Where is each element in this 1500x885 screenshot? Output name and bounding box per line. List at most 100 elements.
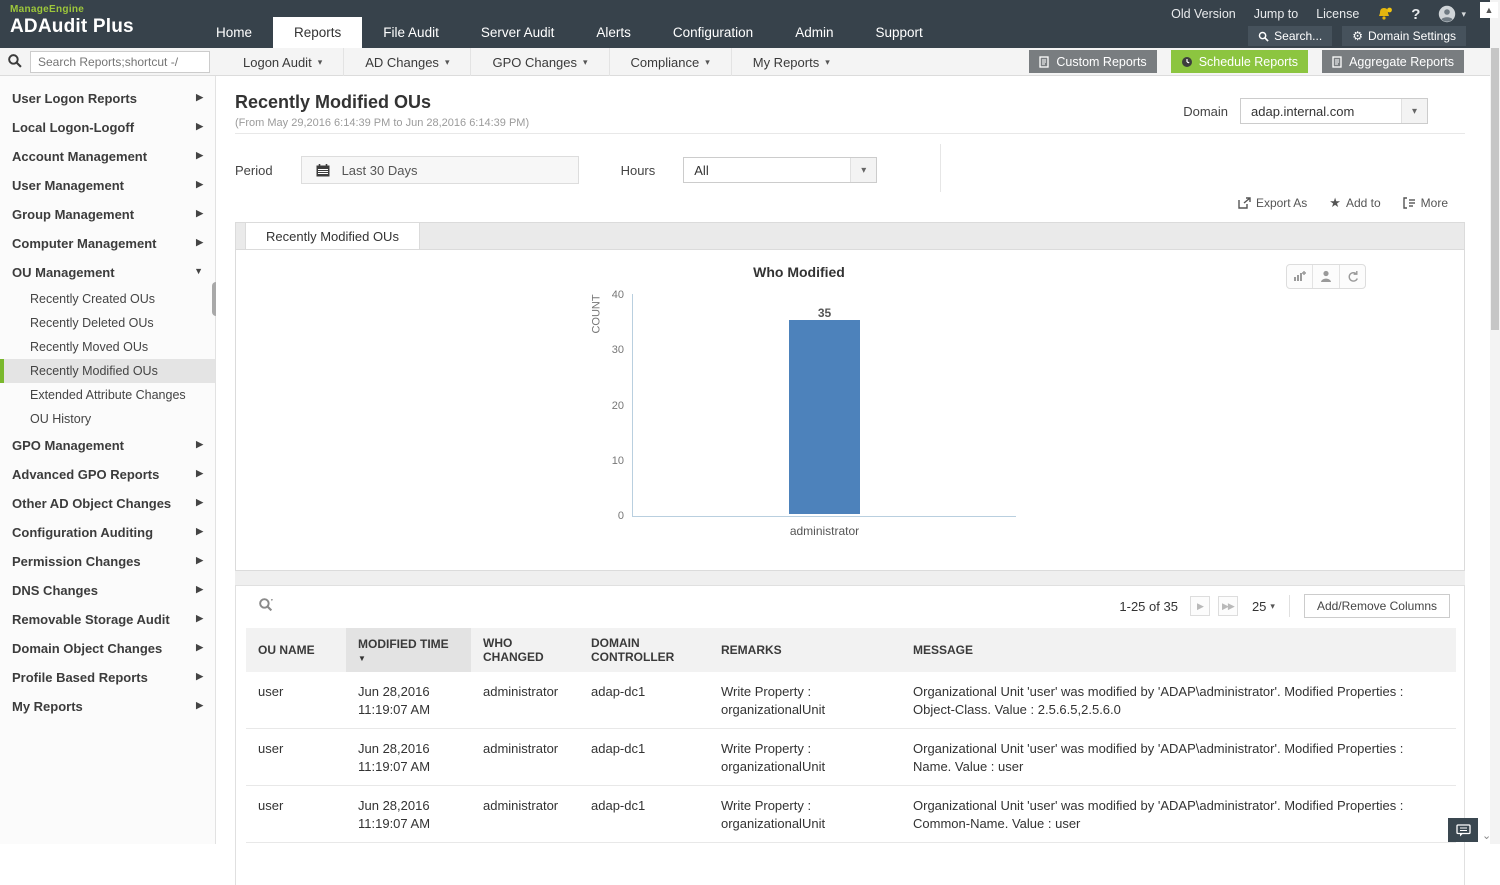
schedule-reports-button[interactable]: Schedule Reports <box>1170 50 1309 73</box>
sidebar-item-computer-management[interactable]: Computer Management ▶ <box>0 229 215 258</box>
nav-tab-admin[interactable]: Admin <box>774 18 854 48</box>
old-version-link[interactable]: Old Version <box>1171 7 1236 21</box>
user-chart-icon[interactable] <box>1313 265 1340 288</box>
domain-settings-button[interactable]: ⚙ Domain Settings <box>1342 26 1466 46</box>
report-search-input[interactable] <box>30 51 210 73</box>
calendar-icon <box>302 163 342 177</box>
chevron-down-icon: ▾ <box>444 56 450 67</box>
search-icon <box>7 53 22 68</box>
menu-gpo-changes[interactable]: GPO Changes ▾ <box>471 48 610 76</box>
pagination: 1-25 of 35 ▶ ▶▶ 25 ▾ Add/Remove Columns <box>1119 594 1450 618</box>
sidebar-item-gpo-management[interactable]: GPO Management ▶ <box>0 431 215 460</box>
jump-to-link[interactable]: Jump to <box>1254 7 1298 21</box>
tab-recently-modified-ous[interactable]: Recently Modified OUs <box>245 223 420 250</box>
nav-tab-reports[interactable]: Reports <box>273 17 363 48</box>
page-scrollbar[interactable]: ▲ ⌄ <box>1480 0 1500 844</box>
last-page-button[interactable]: ▶▶ <box>1217 596 1238 616</box>
nav-tab-configuration[interactable]: Configuration <box>652 18 774 48</box>
sidebar-item-configuration-auditing[interactable]: Configuration Auditing ▶ <box>0 518 215 547</box>
header-row2: Search... ⚙ Domain Settings <box>1248 26 1466 46</box>
hours-select[interactable]: All ▾ <box>683 157 878 183</box>
sidebar-item-ou-history[interactable]: OU History <box>0 407 215 431</box>
sidebar-item-recently-moved-ous[interactable]: Recently Moved OUs <box>0 335 215 359</box>
nav-tab-support[interactable]: Support <box>854 18 943 48</box>
chevron-right-icon: ▶ <box>196 700 203 710</box>
chevron-right-icon: ▶ <box>196 237 203 247</box>
report-date-range: (From May 29,2016 6:14:39 PM to Jun 28,2… <box>235 117 530 129</box>
col-message[interactable]: MESSAGE <box>901 628 1456 672</box>
sidebar-item-user-logon-reports[interactable]: User Logon Reports ▶ <box>0 84 215 113</box>
custom-reports-button[interactable]: Custom Reports <box>1029 50 1157 73</box>
utility-bar: Old Version Jump to License ? ▾ <box>1171 3 1466 25</box>
scroll-down-arrow[interactable]: ⌄ <box>1482 829 1491 842</box>
user-avatar[interactable]: ▾ <box>1438 5 1466 23</box>
col-ou-name[interactable]: OU NAME <box>246 628 346 672</box>
sidebar-item-user-management[interactable]: User Management ▶ <box>0 171 215 200</box>
sidebar-item-other-ad-object-changes[interactable]: Other AD Object Changes ▶ <box>0 489 215 518</box>
global-search-button[interactable]: Search... <box>1248 26 1333 46</box>
col-domain-controller[interactable]: DOMAIN CONTROLLER <box>579 628 709 672</box>
col-who-changed[interactable]: WHO CHANGED <box>471 628 579 672</box>
sidebar-item-recently-modified-ous[interactable]: Recently Modified OUs <box>0 359 215 383</box>
menu-ad-changes[interactable]: AD Changes ▾ <box>344 48 472 76</box>
refresh-chart-icon[interactable] <box>1340 265 1365 288</box>
sidebar-item-my-reports[interactable]: My Reports ▶ <box>0 692 215 721</box>
menu-my-reports[interactable]: My Reports ▾ <box>732 48 851 76</box>
bar-administrator[interactable] <box>789 320 860 514</box>
add-to-button[interactable]: ★ Add to <box>1329 195 1380 211</box>
sidebar-item-recently-deleted-ous[interactable]: Recently Deleted OUs <box>0 311 215 335</box>
nav-tab-file-audit[interactable]: File Audit <box>362 18 460 48</box>
sort-desc-icon: ▼ <box>358 654 366 663</box>
sidebar-item-advanced-gpo-reports[interactable]: Advanced GPO Reports ▶ <box>0 460 215 489</box>
table-toolbar: 1-25 of 35 ▶ ▶▶ 25 ▾ Add/Remove Columns <box>236 586 1464 626</box>
sidebar-item-dns-changes[interactable]: DNS Changes ▶ <box>0 576 215 605</box>
chart-y-axis <box>632 294 633 517</box>
table-card: 1-25 of 35 ▶ ▶▶ 25 ▾ Add/Remove Columns … <box>235 585 1465 885</box>
more-button[interactable]: More <box>1402 196 1448 210</box>
table-row[interactable]: user Jun 28,2016 11:19:07 AM administrat… <box>246 672 1456 730</box>
domain-select[interactable]: adap.internal.com ▾ <box>1240 98 1428 124</box>
sidebar-item-profile-based-reports[interactable]: Profile Based Reports ▶ <box>0 663 215 692</box>
sidebar-item-permission-changes[interactable]: Permission Changes ▶ <box>0 547 215 576</box>
table-row[interactable]: user Jun 28,2016 11:19:07 AM administrat… <box>246 785 1456 844</box>
app-logo: ManageEngine ADAudit Plus <box>10 4 134 38</box>
nav-tab-server-audit[interactable]: Server Audit <box>460 18 576 48</box>
menu-logon-audit[interactable]: Logon Audit ▾ <box>222 48 345 76</box>
sidebar-item-removable-storage-audit[interactable]: Removable Storage Audit ▶ <box>0 605 215 634</box>
table-row[interactable]: user Jun 28,2016 11:19:07 AM administrat… <box>246 728 1456 787</box>
aggregate-reports-button[interactable]: Aggregate Reports <box>1322 50 1464 73</box>
license-link[interactable]: License <box>1316 7 1359 21</box>
sidebar-item-domain-object-changes[interactable]: Domain Object Changes ▶ <box>0 634 215 663</box>
chevron-right-icon: ▶ <box>196 208 203 218</box>
notification-bell-icon[interactable] <box>1377 7 1393 21</box>
export-as-button[interactable]: Export As <box>1238 196 1307 210</box>
menu-compliance[interactable]: Compliance ▾ <box>610 48 732 76</box>
chevron-right-icon: ▶ <box>196 150 203 160</box>
add-chart-icon[interactable] <box>1287 265 1314 288</box>
sidebar-item-ou-management[interactable]: OU Management ▼ <box>0 258 215 287</box>
chevron-down-icon: ▾ <box>317 56 323 67</box>
nav-tab-home[interactable]: Home <box>195 18 273 48</box>
report-icon <box>1039 55 1050 68</box>
scroll-up-arrow[interactable]: ▲ <box>1480 2 1498 18</box>
sidebar-item-group-management[interactable]: Group Management ▶ <box>0 200 215 229</box>
period-field[interactable]: Last 30 Days <box>300 156 579 184</box>
feedback-chat-button[interactable] <box>1448 818 1478 842</box>
sidebar-item-recently-created-ous[interactable]: Recently Created OUs <box>0 287 215 311</box>
chevron-down-icon: ▾ <box>1401 99 1427 123</box>
table-search-icon[interactable] <box>258 597 274 612</box>
scrollbar-thumb[interactable] <box>1491 48 1499 330</box>
nav-tab-alerts[interactable]: Alerts <box>575 18 652 48</box>
col-remarks[interactable]: REMARKS <box>709 628 901 672</box>
add-remove-columns-button[interactable]: Add/Remove Columns <box>1303 594 1450 618</box>
filter-bar: Period Last 30 Days Hours All ▾ <box>235 155 878 185</box>
col-modified-time[interactable]: MODIFIED TIME ▼ <box>346 628 471 672</box>
report-tabstrip: Recently Modified OUs <box>235 222 1465 250</box>
sidebar-item-local-logon-logoff[interactable]: Local Logon-Logoff ▶ <box>0 113 215 142</box>
help-icon[interactable]: ? <box>1411 6 1420 23</box>
next-page-button[interactable]: ▶ <box>1189 596 1210 616</box>
sidebar-item-extended-attribute-changes[interactable]: Extended Attribute Changes <box>0 383 215 407</box>
page-size-select[interactable]: 25 ▾ <box>1252 599 1275 614</box>
sidebar-item-account-management[interactable]: Account Management ▶ <box>0 142 215 171</box>
y-tick-30: 30 <box>611 344 624 356</box>
